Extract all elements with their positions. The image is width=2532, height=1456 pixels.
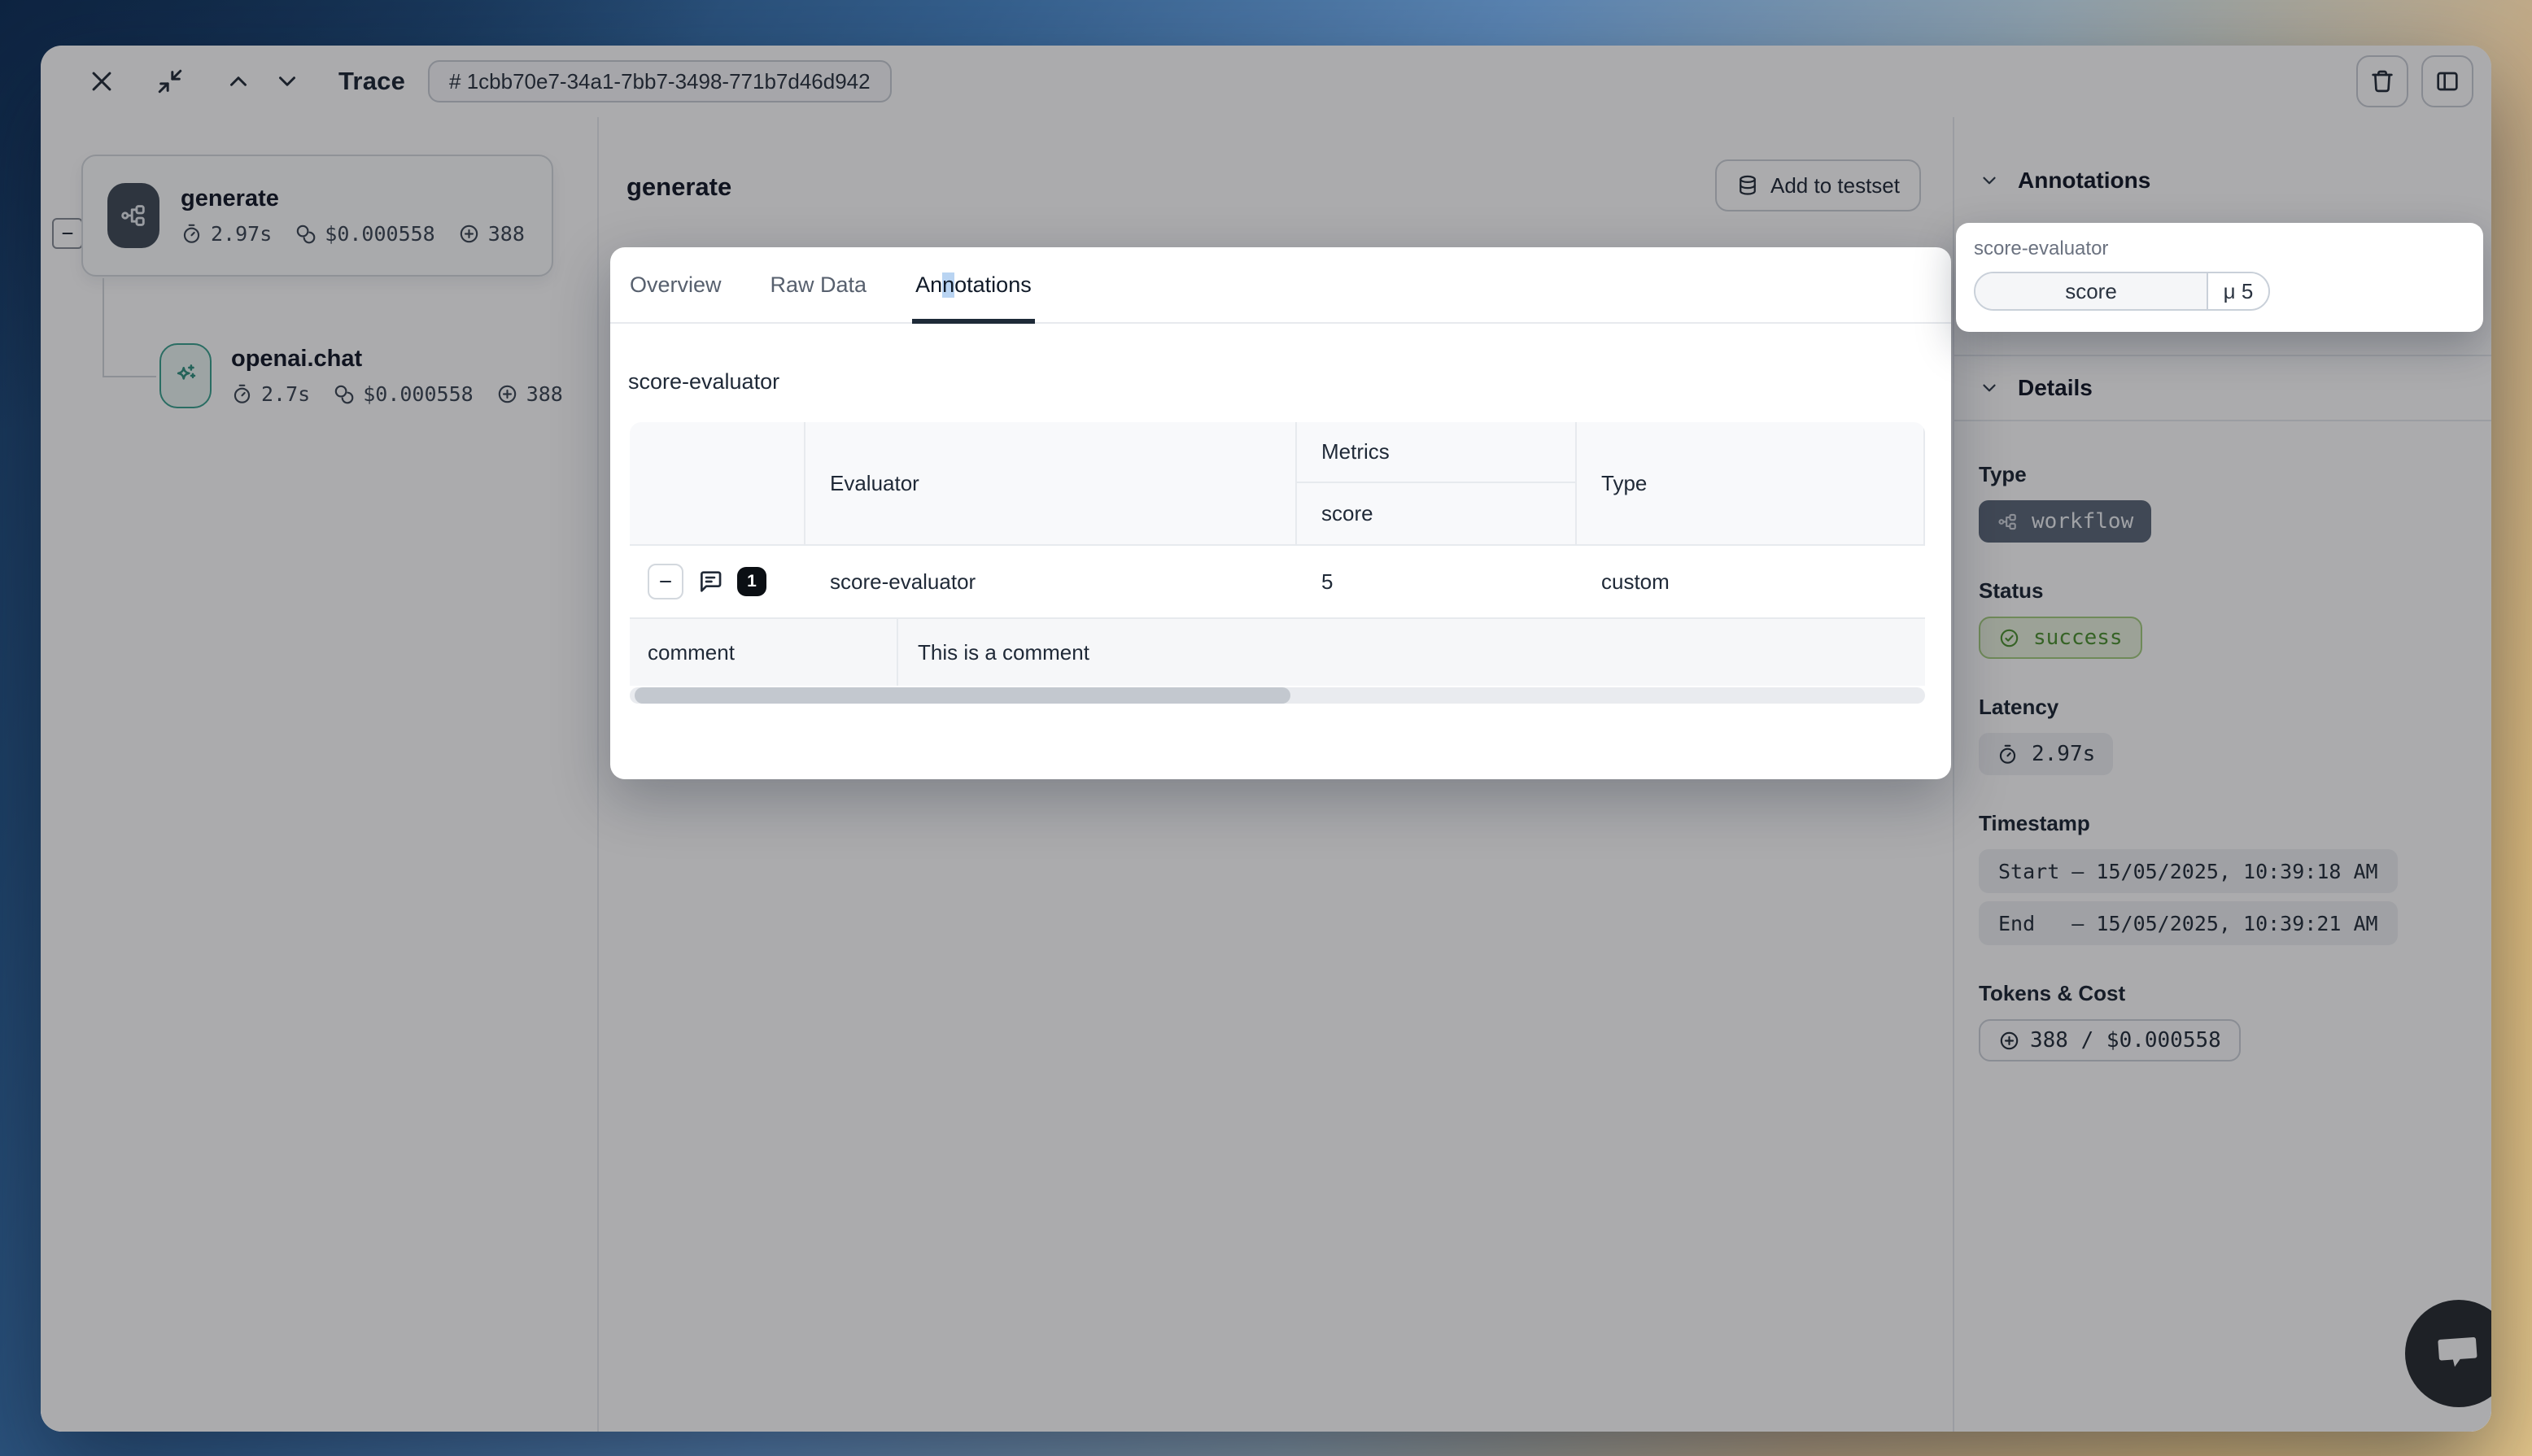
comment-value-cell: This is a comment xyxy=(898,619,1925,686)
comment-row: comment This is a comment xyxy=(630,617,1925,686)
collapse-row-button[interactable] xyxy=(648,564,683,599)
tab-overview[interactable]: Overview xyxy=(626,247,725,322)
annotation-evaluator-label: score-evaluator xyxy=(1974,238,2465,260)
row-actions: 1 xyxy=(630,546,805,617)
actions-column-header xyxy=(630,422,805,544)
tab-raw-data[interactable]: Raw Data xyxy=(767,247,871,322)
scrollbar-thumb[interactable] xyxy=(635,687,1290,704)
horizontal-scrollbar[interactable] xyxy=(630,687,1925,704)
annotation-summary-card: score-evaluator score μ 5 xyxy=(1956,223,2483,332)
span-detail-panel: Overview Raw Data Annotations score-eval… xyxy=(610,247,1951,779)
metric-name-label: score xyxy=(1297,483,1575,544)
evaluator-column-header: Evaluator xyxy=(805,422,1297,544)
table-row[interactable]: 1 score-evaluator 5 custom xyxy=(630,546,1925,617)
tab-bar: Overview Raw Data Annotations xyxy=(610,247,1951,324)
text-selection: n xyxy=(942,272,954,298)
comment-icon[interactable] xyxy=(696,568,724,595)
minus-icon xyxy=(656,572,675,591)
annotations-table: Evaluator Metrics score Type 1 sc xyxy=(630,422,1925,704)
metrics-header-label: Metrics xyxy=(1297,422,1575,483)
tab-annotations[interactable]: Annotations xyxy=(912,247,1035,322)
metrics-column-header: Metrics score xyxy=(1297,422,1577,544)
trace-viewer-window: Trace # 1cbb70e7-34a1-7bb7-3498-771b7d46… xyxy=(41,46,2491,1432)
evaluator-cell: score-evaluator xyxy=(805,546,1297,617)
table-header: Evaluator Metrics score Type xyxy=(630,422,1925,546)
metric-mean-value: μ 5 xyxy=(2208,273,2268,309)
metric-name: score xyxy=(1975,273,2208,309)
type-cell: custom xyxy=(1577,546,1925,617)
comment-key-cell: comment xyxy=(630,619,898,686)
score-metric-pill[interactable]: score μ 5 xyxy=(1974,272,2270,311)
score-cell: 5 xyxy=(1297,546,1577,617)
type-column-header: Type xyxy=(1577,422,1925,544)
desktop-background: { "window": { "title": "Trace", "trace_i… xyxy=(0,0,2532,1456)
comment-count-badge: 1 xyxy=(737,567,766,596)
evaluator-section-title: score-evaluator xyxy=(628,369,1951,395)
